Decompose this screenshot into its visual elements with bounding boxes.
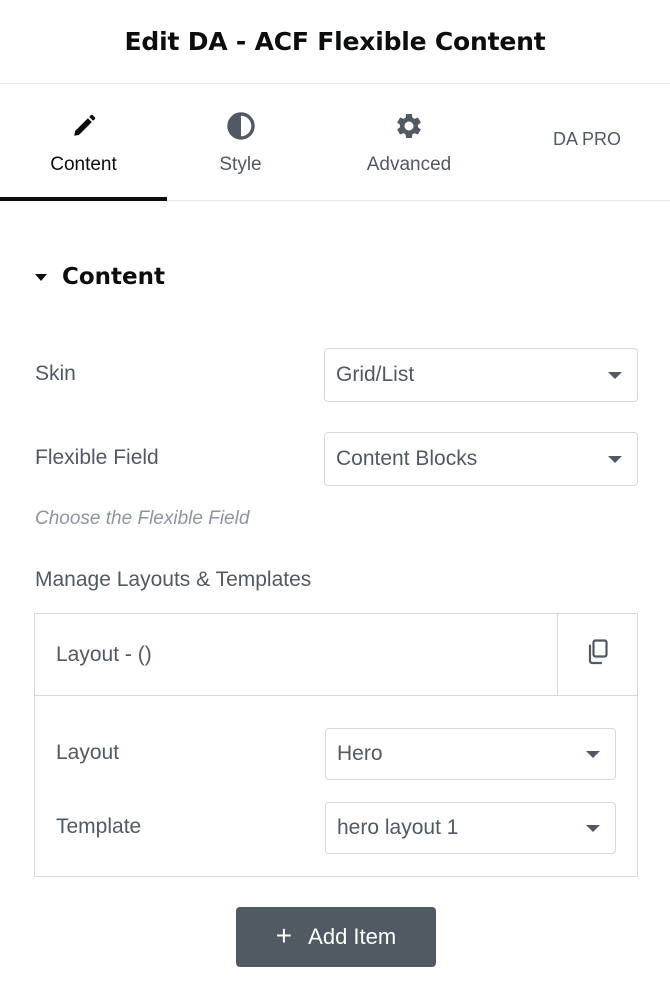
flexible-field-label: Flexible Field: [35, 446, 159, 469]
tab-da-pro-label: DA PRO: [552, 129, 622, 149]
duplicate-button[interactable]: [557, 614, 637, 695]
chevron-down-icon: [586, 751, 600, 758]
section-title: Content: [62, 264, 166, 290]
tab-advanced-label: Advanced: [366, 154, 452, 175]
manage-layouts-label: Manage Layouts & Templates: [35, 568, 312, 591]
tab-advanced[interactable]: Advanced: [314, 84, 504, 200]
chevron-down-icon: [586, 825, 600, 832]
gear-icon: [394, 111, 424, 141]
add-item-label: Add Item: [308, 924, 397, 949]
tab-content-label: Content: [50, 154, 117, 175]
flexible-field-hint: Choose the Flexible Field: [35, 508, 250, 529]
template-label: Template: [56, 815, 142, 838]
skin-label: Skin: [35, 362, 76, 385]
tab-bar: Content Style Advanced DA PRO: [0, 84, 670, 201]
skin-select[interactable]: Grid/List: [324, 348, 638, 402]
caret-down-icon: [35, 273, 47, 281]
tab-style-label: Style: [219, 154, 262, 175]
section-toggle-content[interactable]: Content: [35, 264, 165, 290]
copy-icon: [586, 639, 610, 670]
tab-style[interactable]: Style: [167, 84, 314, 200]
skin-select-value: Grid/List: [336, 363, 415, 386]
template-select[interactable]: hero layout 1: [325, 802, 616, 854]
repeater-item-title[interactable]: Layout - (): [56, 643, 152, 667]
flexible-field-select-value: Content Blocks: [336, 447, 478, 470]
flexible-field-select[interactable]: Content Blocks: [324, 432, 638, 486]
panel-header: Edit DA - ACF Flexible Content: [0, 0, 670, 84]
add-item-button[interactable]: + Add Item: [236, 907, 436, 967]
chevron-down-icon: [608, 456, 622, 463]
repeater-item-header: Layout - (): [35, 614, 637, 696]
layouts-repeater: Layout - () Layout Hero Template hero la…: [34, 613, 638, 877]
plus-icon: +: [275, 919, 293, 951]
template-select-value: hero layout 1: [337, 816, 459, 839]
tab-content[interactable]: Content: [0, 84, 167, 201]
layout-select-value: Hero: [337, 742, 383, 765]
layout-label: Layout: [56, 741, 120, 764]
pencil-icon: [69, 111, 99, 141]
half-circle-icon: [226, 111, 256, 141]
chevron-down-icon: [608, 372, 622, 379]
panel-title: Edit DA - ACF Flexible Content: [124, 27, 546, 56]
tab-da-pro[interactable]: DA PRO: [504, 84, 670, 200]
layout-select[interactable]: Hero: [325, 728, 616, 780]
